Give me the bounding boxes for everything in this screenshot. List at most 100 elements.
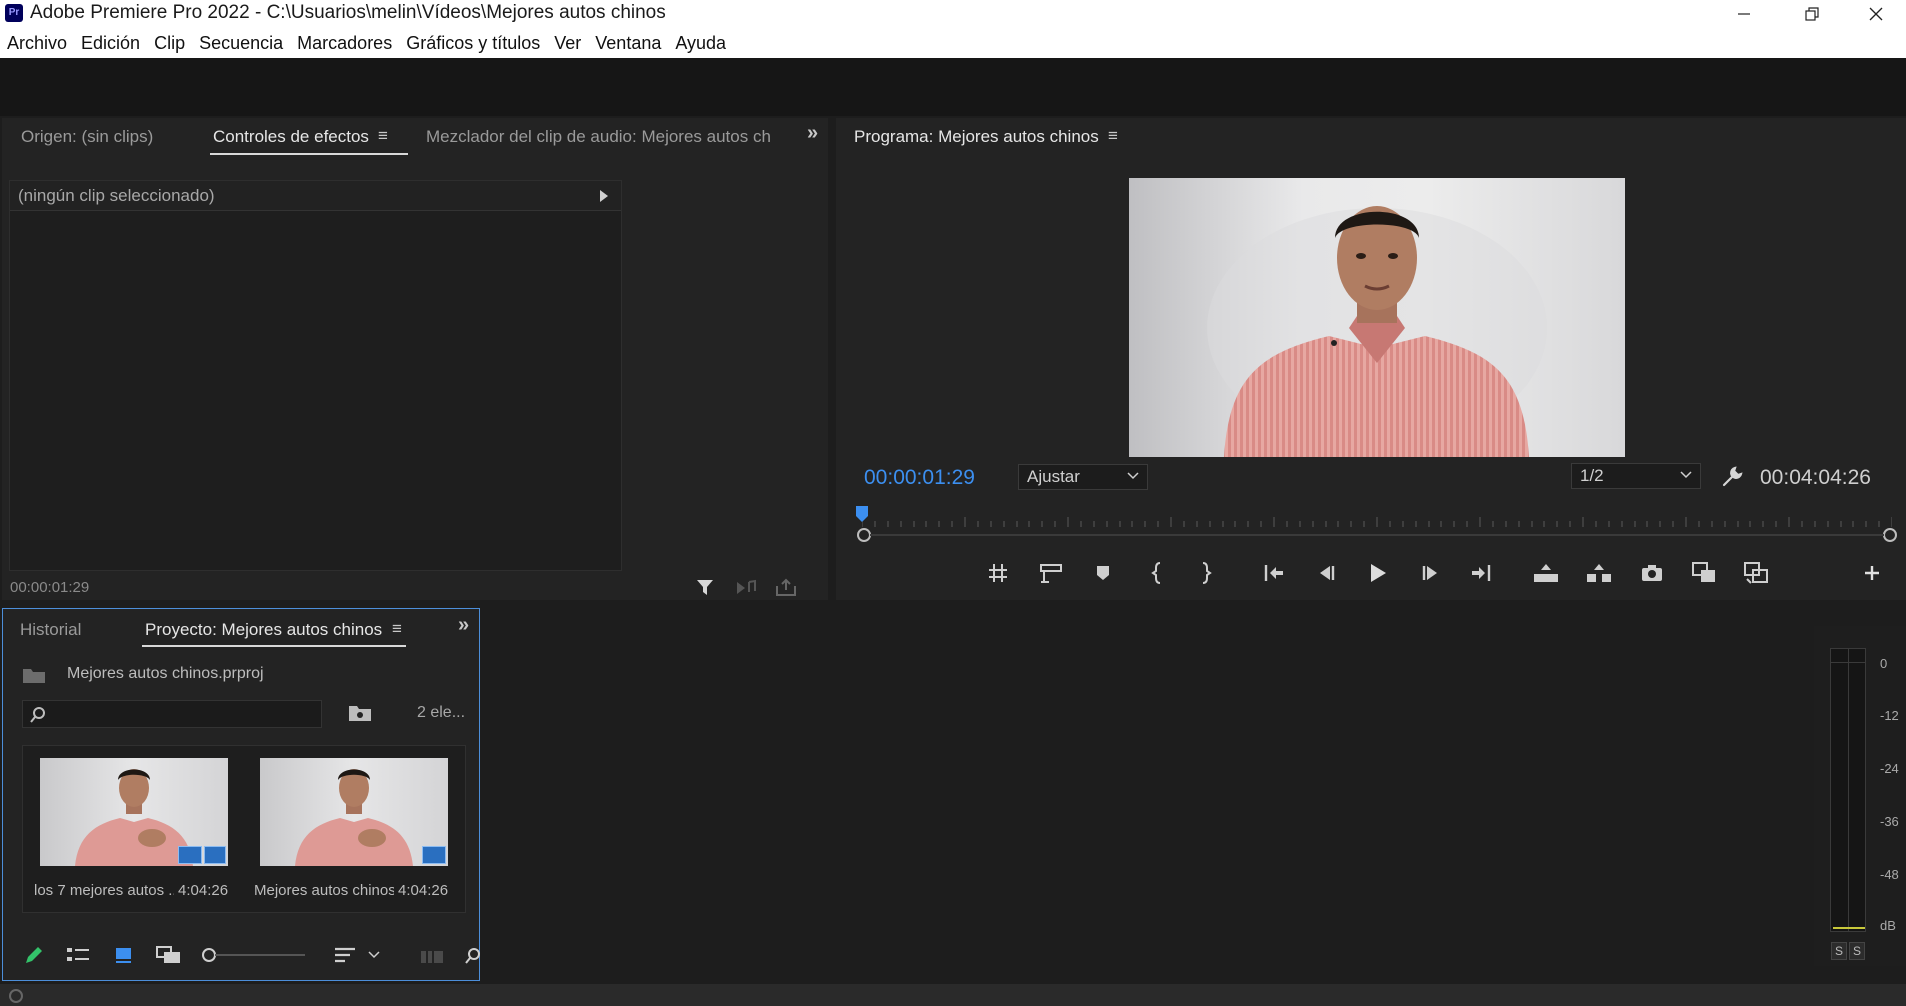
program-duration: 00:04:04:26	[1760, 466, 1871, 489]
creative-cloud-icon[interactable]	[6, 987, 26, 1003]
more-tabs-chevron-icon[interactable]: »	[807, 122, 818, 145]
out-point-handle[interactable]	[1882, 527, 1898, 543]
menu-ventana[interactable]: Ventana	[595, 33, 661, 54]
swap-view-button[interactable]	[1736, 556, 1776, 590]
play-triangle-icon[interactable]	[599, 189, 609, 203]
solo-left-button[interactable]: S	[1831, 942, 1847, 960]
go-to-in-icon	[1264, 565, 1283, 581]
button-editor-add[interactable]	[1852, 556, 1892, 590]
db-label-0: 0	[1880, 656, 1888, 671]
tab-history[interactable]: Historial	[20, 620, 81, 640]
menu-ayuda[interactable]: Ayuda	[675, 33, 726, 54]
zoom-scroll-bar[interactable]	[870, 534, 1884, 536]
freeform-view-icon[interactable]	[155, 945, 183, 965]
swap-icon	[1744, 562, 1768, 584]
video-badge-icon	[178, 846, 202, 864]
menu-graficos[interactable]: Gráficos y títulos	[406, 33, 540, 54]
step-back-button[interactable]	[1306, 556, 1346, 590]
ruler-ticks	[861, 517, 1893, 527]
tab-effect-controls[interactable]: Controles de efectos	[213, 127, 369, 147]
resolution-value: 1/2	[1580, 466, 1604, 485]
mark-out-button[interactable]	[1185, 556, 1225, 590]
chevron-down-icon[interactable]	[367, 949, 381, 961]
menu-ver[interactable]: Ver	[554, 33, 581, 54]
film-ruler-icon	[1040, 564, 1062, 583]
export-icon[interactable]	[774, 578, 798, 598]
tab-project[interactable]: Proyecto: Mejores autos chinos	[145, 620, 382, 640]
program-current-timecode[interactable]: 00:00:01:29	[864, 466, 975, 490]
menu-marcadores[interactable]: Marcadores	[297, 33, 392, 54]
go-to-out-icon	[1472, 565, 1491, 581]
timeline-empty-area	[484, 608, 1810, 981]
audio-clip-icon[interactable]	[735, 578, 759, 598]
mark-in-button[interactable]	[1138, 556, 1178, 590]
project-bin-area: los 7 mejores autos ... 4:04:26 Mejores …	[22, 745, 466, 913]
item-count: 2 ele...	[417, 704, 466, 721]
project-file-name: Mejores autos chinos.prproj	[67, 665, 264, 682]
pencil-icon[interactable]	[23, 944, 45, 966]
project-panel-menu-icon[interactable]: ≡	[392, 619, 402, 639]
tab-program[interactable]: Programa: Mejores autos chinos	[854, 127, 1099, 147]
tab-source[interactable]: Origen: (sin clips)	[21, 127, 153, 147]
db-label-unit: dB	[1880, 918, 1896, 933]
active-tab-underline	[210, 153, 408, 155]
search-icon	[30, 707, 45, 723]
solo-right-button[interactable]: S	[1849, 942, 1865, 960]
audio-level-bar	[1833, 927, 1865, 929]
sequence-badge-icon	[422, 846, 446, 864]
extract-button[interactable]	[1579, 556, 1619, 590]
project-panel: Historial Proyecto: Mejores autos chinos…	[2, 608, 480, 981]
clip-name-2[interactable]: Mejores autos chinos	[254, 882, 394, 899]
automate-to-sequence-icon[interactable]	[419, 946, 445, 966]
export-frame-button[interactable]	[1632, 556, 1672, 590]
add-marker-button[interactable]	[1083, 556, 1123, 590]
speaker-video-image	[1207, 206, 1547, 457]
step-forward-button[interactable]	[1411, 556, 1451, 590]
find-bin-icon[interactable]	[347, 702, 373, 724]
project-search-input[interactable]	[22, 700, 322, 728]
audio-badge-icon	[204, 846, 226, 864]
clip-name-1[interactable]: los 7 mejores autos ...	[34, 882, 174, 899]
zoom-slider[interactable]	[201, 945, 311, 965]
sort-icon[interactable]	[333, 945, 359, 965]
panel-menu-icon[interactable]: ≡	[378, 126, 388, 146]
db-label-24: -24	[1880, 761, 1899, 776]
tab-audio-clip-mixer[interactable]: Mezclador del clip de audio: Mejores aut…	[426, 127, 771, 147]
status-bar	[0, 984, 1906, 1006]
comparison-view-button[interactable]	[1684, 556, 1724, 590]
clip-thumbnail-1[interactable]	[40, 758, 228, 866]
program-video-frame[interactable]	[1129, 178, 1625, 457]
list-view-icon[interactable]	[65, 945, 91, 965]
find-icon[interactable]	[465, 946, 481, 966]
go-to-out-button[interactable]	[1461, 556, 1501, 590]
program-panel-menu-icon[interactable]: ≡	[1108, 126, 1118, 146]
more-tabs-chevron-icon[interactable]: »	[458, 614, 469, 637]
play-button[interactable]	[1358, 556, 1398, 590]
resolution-dropdown[interactable]: 1/2	[1571, 463, 1701, 489]
menu-clip[interactable]: Clip	[154, 33, 185, 54]
folder-up-icon[interactable]	[21, 665, 47, 685]
wrench-settings-icon[interactable]	[1720, 465, 1744, 489]
menu-edicion[interactable]: Edición	[81, 33, 140, 54]
program-time-ruler[interactable]	[861, 507, 1893, 537]
title-bar: Pr Adobe Premiere Pro 2022 - C:\Usuarios…	[0, 0, 1906, 28]
effect-controls-header: (ningún clip seleccionado)	[10, 181, 621, 211]
minimize-button[interactable]	[1710, 0, 1778, 28]
zoom-dropdown[interactable]: Ajustar	[1018, 464, 1148, 490]
marker-list-button[interactable]	[1031, 556, 1071, 590]
icon-view-icon[interactable]	[113, 945, 135, 965]
filter-icon[interactable]	[695, 577, 717, 599]
restore-button[interactable]	[1778, 0, 1846, 28]
step-back-icon	[1320, 566, 1335, 580]
go-to-in-button[interactable]	[1254, 556, 1294, 590]
close-button[interactable]	[1846, 0, 1906, 28]
lift-button[interactable]	[1526, 556, 1566, 590]
safe-margins-button[interactable]	[978, 556, 1018, 590]
no-clip-label: (ningún clip seleccionado)	[18, 186, 215, 205]
playhead-marker[interactable]	[855, 505, 869, 523]
chevron-down-icon	[1127, 472, 1139, 480]
menu-archivo[interactable]: Archivo	[7, 33, 67, 54]
menu-secuencia[interactable]: Secuencia	[199, 33, 283, 54]
menu-bar: Archivo Edición Clip Secuencia Marcadore…	[0, 28, 1906, 58]
clip-thumbnail-2[interactable]	[260, 758, 448, 866]
